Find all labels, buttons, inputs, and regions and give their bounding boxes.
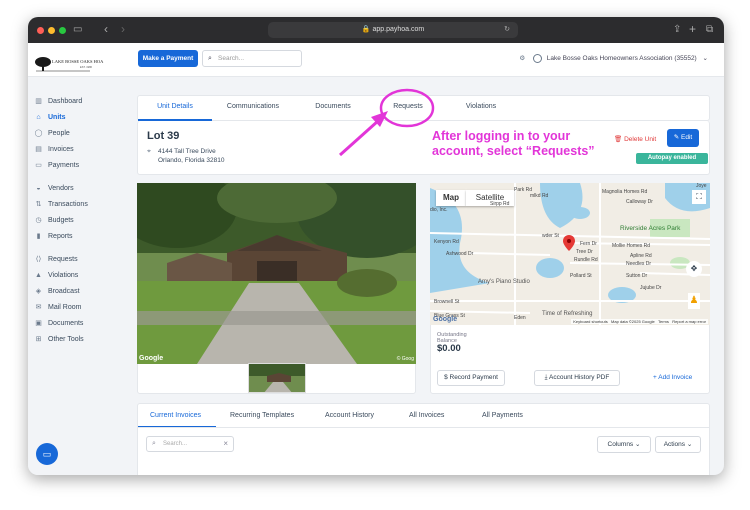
clear-search-icon[interactable]: × xyxy=(223,437,228,451)
record-payment-button[interactable]: $ Record Payment xyxy=(437,370,505,386)
photo-thumbnail[interactable] xyxy=(248,363,306,393)
map-label: Kenyon Rd xyxy=(434,239,459,245)
terms-link[interactable]: Terms xyxy=(658,319,669,324)
map-label: Calloway Dr xyxy=(626,199,653,205)
browser-window: ▭ ‹ › 🔒 app.payhoa.com ↻ ⇪ + ⧉ LAKE BOSSE… xyxy=(28,17,724,475)
columns-chevron-icon: ⌄ xyxy=(635,441,641,448)
google-watermark: Google xyxy=(139,355,164,362)
map-view[interactable]: Map Satellite ⛶ ✥ ♟ Riverside Acres Park… xyxy=(430,183,710,325)
invoice-search-placeholder: Search... xyxy=(163,441,188,447)
map-label: Sutton Dr xyxy=(626,273,648,279)
annotation-arrow xyxy=(338,119,380,157)
street-view-image xyxy=(137,183,416,364)
map-label: wder St xyxy=(542,233,559,239)
location-marker-icon xyxy=(563,235,575,251)
street-view-photo[interactable]: Google © Goog xyxy=(137,183,416,364)
actions-chevron-icon: ⌄ xyxy=(686,441,693,448)
columns-label: Columns xyxy=(607,441,634,448)
map-label: Time of Refreshing xyxy=(542,311,593,317)
instruction-line-2: account, select “Requests” xyxy=(432,144,595,158)
subtab-recurring-templates[interactable]: Recurring Templates xyxy=(230,412,294,419)
subtab-current-invoices[interactable]: Current Invoices xyxy=(150,412,201,419)
report-map-error-link[interactable]: Report a map error xyxy=(672,319,706,324)
download-icon: ⤓ xyxy=(544,374,548,381)
map-label: Pollard St xyxy=(570,273,592,279)
map-label: Fern Dr xyxy=(580,241,597,247)
photo-copyright: © Goog xyxy=(396,356,414,362)
instruction-annotation: After logging in to your account, select… xyxy=(432,129,595,159)
map-data-credit: Map data ©2025 Google xyxy=(611,319,655,324)
subtab-divider xyxy=(138,427,710,428)
fullscreen-icon[interactable]: ⛶ xyxy=(692,190,706,204)
map-label: dio, Inc. xyxy=(430,207,448,213)
map-label: Sirpp Rd xyxy=(490,201,510,207)
map-footer: Keyboard shortcuts Map data ©2025 Google… xyxy=(571,319,708,324)
subtab-all-invoices[interactable]: All Invoices xyxy=(409,412,444,419)
columns-dropdown[interactable]: Columns ⌄ xyxy=(597,436,651,453)
map-label: Needles Dr xyxy=(626,261,652,267)
keyboard-shortcuts-link[interactable]: Keyboard shortcuts xyxy=(573,319,607,324)
outstanding-balance-value: $0.00 xyxy=(437,343,461,354)
account-history-pdf-label: Account History PDF xyxy=(549,374,610,381)
map-label: Brownell St xyxy=(434,299,460,305)
highlight-circle xyxy=(379,88,435,128)
pan-control-icon[interactable]: ✥ xyxy=(686,261,702,277)
map-label: Riverside Acres Park xyxy=(620,225,681,232)
subtab-account-history[interactable]: Account History xyxy=(325,412,374,419)
map-google-logo: Google xyxy=(433,316,458,323)
actions-label: Actions xyxy=(663,441,686,448)
map-label: Mollie Homes Rd xyxy=(612,243,651,249)
map-label: Jujube Dr xyxy=(640,285,662,291)
map-label: Joye xyxy=(696,183,707,189)
add-invoice-link[interactable]: + Add Invoice xyxy=(653,374,692,381)
pegman-icon[interactable]: ♟ xyxy=(688,293,700,309)
map-label: Amy's Piano Studio xyxy=(478,279,530,285)
dollar-icon: $ xyxy=(444,374,448,381)
map-label: Magnolia Homes Rd xyxy=(602,189,648,195)
map-tab-map[interactable]: Map xyxy=(436,190,466,206)
instruction-line-1: After logging in to your xyxy=(432,129,571,143)
map-label: Ashwood Dr xyxy=(446,251,474,257)
map-label: Eden xyxy=(514,315,526,321)
actions-dropdown[interactable]: Actions ⌄ xyxy=(655,436,701,453)
invoice-search-icon: ⌕ xyxy=(152,440,156,447)
record-payment-label: Record Payment xyxy=(449,374,498,381)
map-label: Apline Rd xyxy=(630,253,652,259)
map-label: Rundle Rd xyxy=(574,257,598,263)
subtab-all-payments[interactable]: All Payments xyxy=(482,412,523,419)
thumbnail-image xyxy=(249,364,305,392)
invoice-search-input[interactable]: ⌕ Search... × xyxy=(146,436,234,452)
map-label: mlkd Rd xyxy=(530,193,549,199)
map-label: Tree Dr xyxy=(576,249,593,255)
account-history-pdf-button[interactable]: ⤓ Account History PDF xyxy=(534,370,620,386)
